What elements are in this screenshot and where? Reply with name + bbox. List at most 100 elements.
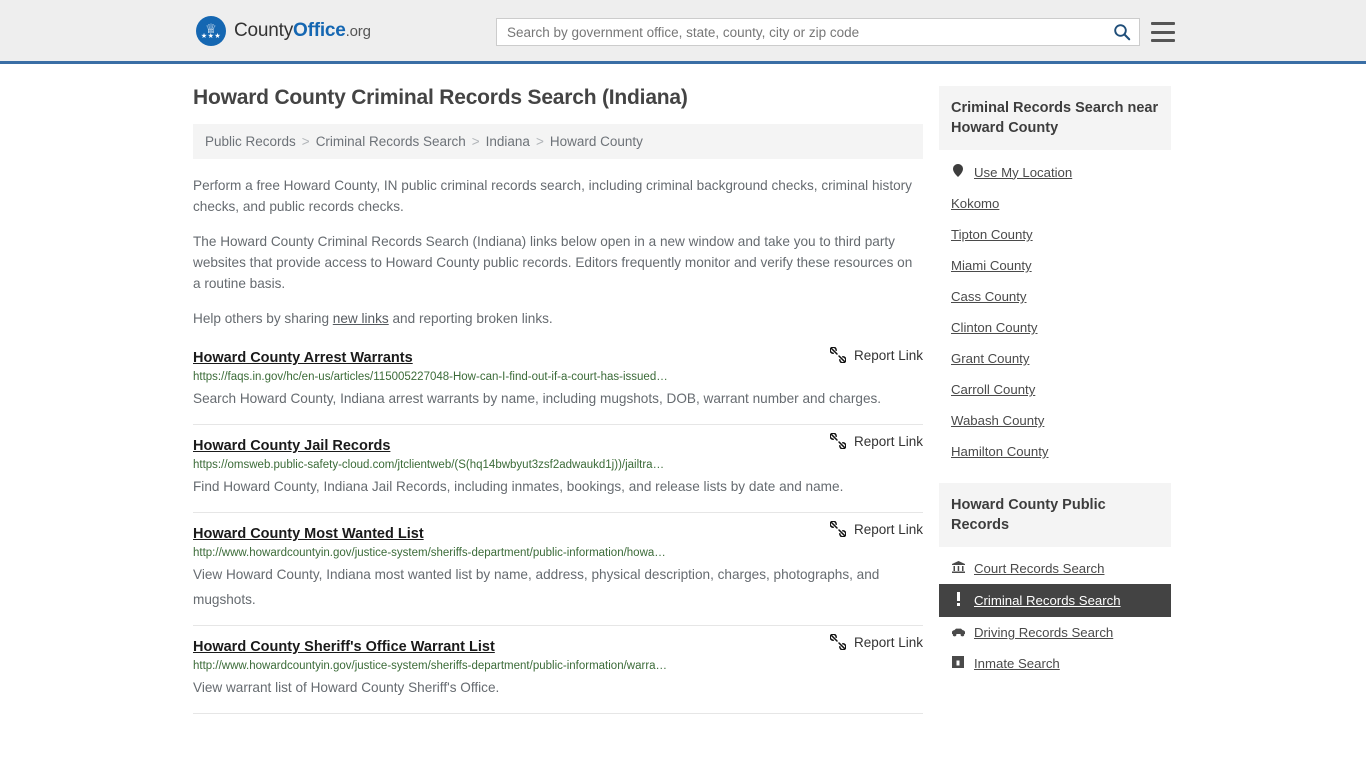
sidebar-item-label: Grant County	[951, 351, 1030, 366]
result-title-link[interactable]: Howard County Most Wanted List	[193, 526, 424, 542]
sidebar-item-label: Tipton County	[951, 227, 1033, 242]
sidebar-item-wabash-county[interactable]: Wabash County	[939, 405, 1171, 436]
table-row-divider	[193, 713, 923, 714]
result-url: http://www.howardcountyin.gov/justice-sy…	[193, 660, 668, 672]
hamburger-menu-icon[interactable]	[1151, 19, 1175, 45]
report-link-button[interactable]: Report Link	[829, 433, 923, 449]
list-item: Grant County	[939, 343, 1171, 374]
sidebar-item-label: Court Records Search	[974, 561, 1105, 576]
list-item: Carroll County	[939, 374, 1171, 405]
sidebar-item-use-my-location[interactable]: Use My Location	[939, 156, 1171, 188]
page-body: Howard County Criminal Records Search (I…	[0, 64, 1366, 714]
broken-link-icon	[829, 634, 846, 650]
sidebar-item-label: Hamilton County	[951, 444, 1049, 459]
result-description: Find Howard County, Indiana Jail Records…	[193, 479, 844, 494]
search-bar	[496, 18, 1140, 46]
list-item: Use My Location	[939, 156, 1171, 188]
intro-paragraph-1: Perform a free Howard County, IN public …	[193, 178, 912, 214]
report-link-button[interactable]: Report Link	[829, 634, 923, 650]
public-records-heading: Howard County Public Records	[939, 483, 1171, 547]
sidebar-item-inmate-search[interactable]: Inmate Search	[939, 648, 1171, 679]
sidebar-item-tipton-county[interactable]: Tipton County	[939, 219, 1171, 250]
nearby-search-heading: Criminal Records Search near Howard Coun…	[939, 86, 1171, 150]
public-records-list: Court Records Search Criminal Records Se…	[939, 547, 1171, 679]
share-links-line: Help others by sharing new links and rep…	[193, 308, 923, 329]
breadcrumb-item-howard-county[interactable]: Howard County	[550, 134, 643, 149]
result-description: Search Howard County, Indiana arrest war…	[193, 391, 882, 406]
sidebar-item-label: Miami County	[951, 258, 1032, 273]
search-button[interactable]	[1105, 19, 1139, 45]
sidebar-item-label: Use My Location	[974, 164, 1073, 180]
result-description: View warrant list of Howard County Sheri…	[193, 680, 500, 695]
result-title-link[interactable]: Howard County Arrest Warrants	[193, 350, 413, 366]
sidebar-item-kokomo[interactable]: Kokomo	[939, 188, 1171, 219]
brand-part-county: County	[234, 19, 294, 41]
page-title: Howard County Criminal Records Search (I…	[193, 86, 688, 109]
sidebar-item-label: Inmate Search	[974, 656, 1060, 671]
exclamation-icon	[951, 592, 965, 609]
sidebar-item-label: Clinton County	[951, 320, 1038, 335]
courthouse-icon	[951, 561, 965, 576]
table-row: Howard County Jail Records https://omswe…	[193, 424, 923, 512]
list-item: Hamilton County	[939, 436, 1171, 467]
breadcrumb-item-criminal-records-search[interactable]: Criminal Records Search	[316, 134, 466, 149]
list-item: Cass County	[939, 281, 1171, 312]
share-text-before: Help others by sharing	[193, 311, 333, 326]
intro-paragraph-2: The Howard County Criminal Records Searc…	[193, 234, 913, 291]
list-item: Criminal Records Search	[939, 584, 1171, 617]
jail-icon	[951, 656, 965, 671]
eagle-shield-icon: ♕ ★★★	[196, 15, 226, 46]
list-item: Kokomo	[939, 188, 1171, 219]
breadcrumb-item-indiana[interactable]: Indiana	[486, 134, 530, 149]
result-url: https://faqs.in.gov/hc/en-us/articles/11…	[193, 371, 668, 383]
sidebar-item-label: Driving Records Search	[974, 625, 1114, 640]
site-logo[interactable]: ♕ ★★★ CountyOffice.org	[196, 15, 371, 46]
table-row: Howard County Most Wanted List http://ww…	[193, 512, 923, 625]
sidebar-item-clinton-county[interactable]: Clinton County	[939, 312, 1171, 343]
sidebar-item-carroll-county[interactable]: Carroll County	[939, 374, 1171, 405]
sidebar-item-label: Criminal Records Search	[974, 593, 1121, 608]
sidebar-item-criminal-records-search[interactable]: Criminal Records Search	[939, 584, 1171, 617]
search-input[interactable]	[497, 19, 1105, 45]
list-item: Wabash County	[939, 405, 1171, 436]
list-item: Tipton County	[939, 219, 1171, 250]
breadcrumb-item-public-records[interactable]: Public Records	[205, 134, 296, 149]
result-title-link[interactable]: Howard County Jail Records	[193, 438, 390, 454]
breadcrumb-separator: >	[471, 134, 480, 149]
new-links-link[interactable]: new links	[333, 311, 389, 326]
list-item: Inmate Search	[939, 648, 1171, 679]
report-link-label: Report Link	[853, 433, 923, 449]
broken-link-icon	[829, 433, 846, 449]
sidebar-item-label: Carroll County	[951, 382, 1036, 397]
list-item: Miami County	[939, 250, 1171, 281]
sidebar-item-grant-county[interactable]: Grant County	[939, 343, 1171, 374]
breadcrumb: Public Records > Criminal Records Search > I…	[193, 124, 923, 159]
sidebar-item-hamilton-county[interactable]: Hamilton County	[939, 436, 1171, 467]
sidebar-item-cass-county[interactable]: Cass County	[939, 281, 1171, 312]
brand-text: CountyOffice.org	[234, 20, 371, 42]
search-icon	[1114, 24, 1131, 41]
table-row: Howard County Arrest Warrants https://fa…	[193, 347, 923, 424]
result-url: https://omsweb.public-safety-cloud.com/j…	[193, 459, 665, 471]
list-item: Driving Records Search	[939, 617, 1171, 648]
report-link-button[interactable]: Report Link	[829, 521, 923, 537]
nearby-search-list: Use My Location Kokomo Tipton County Mia…	[939, 150, 1171, 467]
report-link-button[interactable]: Report Link	[829, 347, 923, 363]
table-row: Howard County Sheriff's Office Warrant L…	[193, 625, 923, 713]
nearby-search-panel: Criminal Records Search near Howard Coun…	[939, 86, 1171, 467]
map-pin-icon	[951, 164, 965, 180]
sidebar-item-driving-records-search[interactable]: Driving Records Search	[939, 617, 1171, 648]
result-url: http://www.howardcountyin.gov/justice-sy…	[193, 547, 666, 559]
report-link-label: Report Link	[853, 521, 923, 537]
sidebar-item-miami-county[interactable]: Miami County	[939, 250, 1171, 281]
breadcrumb-separator: >	[301, 134, 310, 149]
brand-part-org: .org	[345, 22, 371, 40]
sidebar-item-label: Wabash County	[951, 413, 1045, 428]
result-title-link[interactable]: Howard County Sheriff's Office Warrant L…	[193, 639, 495, 655]
report-link-label: Report Link	[853, 347, 923, 363]
sidebar: Criminal Records Search near Howard Coun…	[939, 86, 1171, 714]
site-header: ♕ ★★★ CountyOffice.org	[0, 0, 1366, 64]
sidebar-item-court-records-search[interactable]: Court Records Search	[939, 553, 1171, 584]
sidebar-item-label: Cass County	[951, 289, 1027, 304]
breadcrumb-separator: >	[535, 134, 544, 149]
